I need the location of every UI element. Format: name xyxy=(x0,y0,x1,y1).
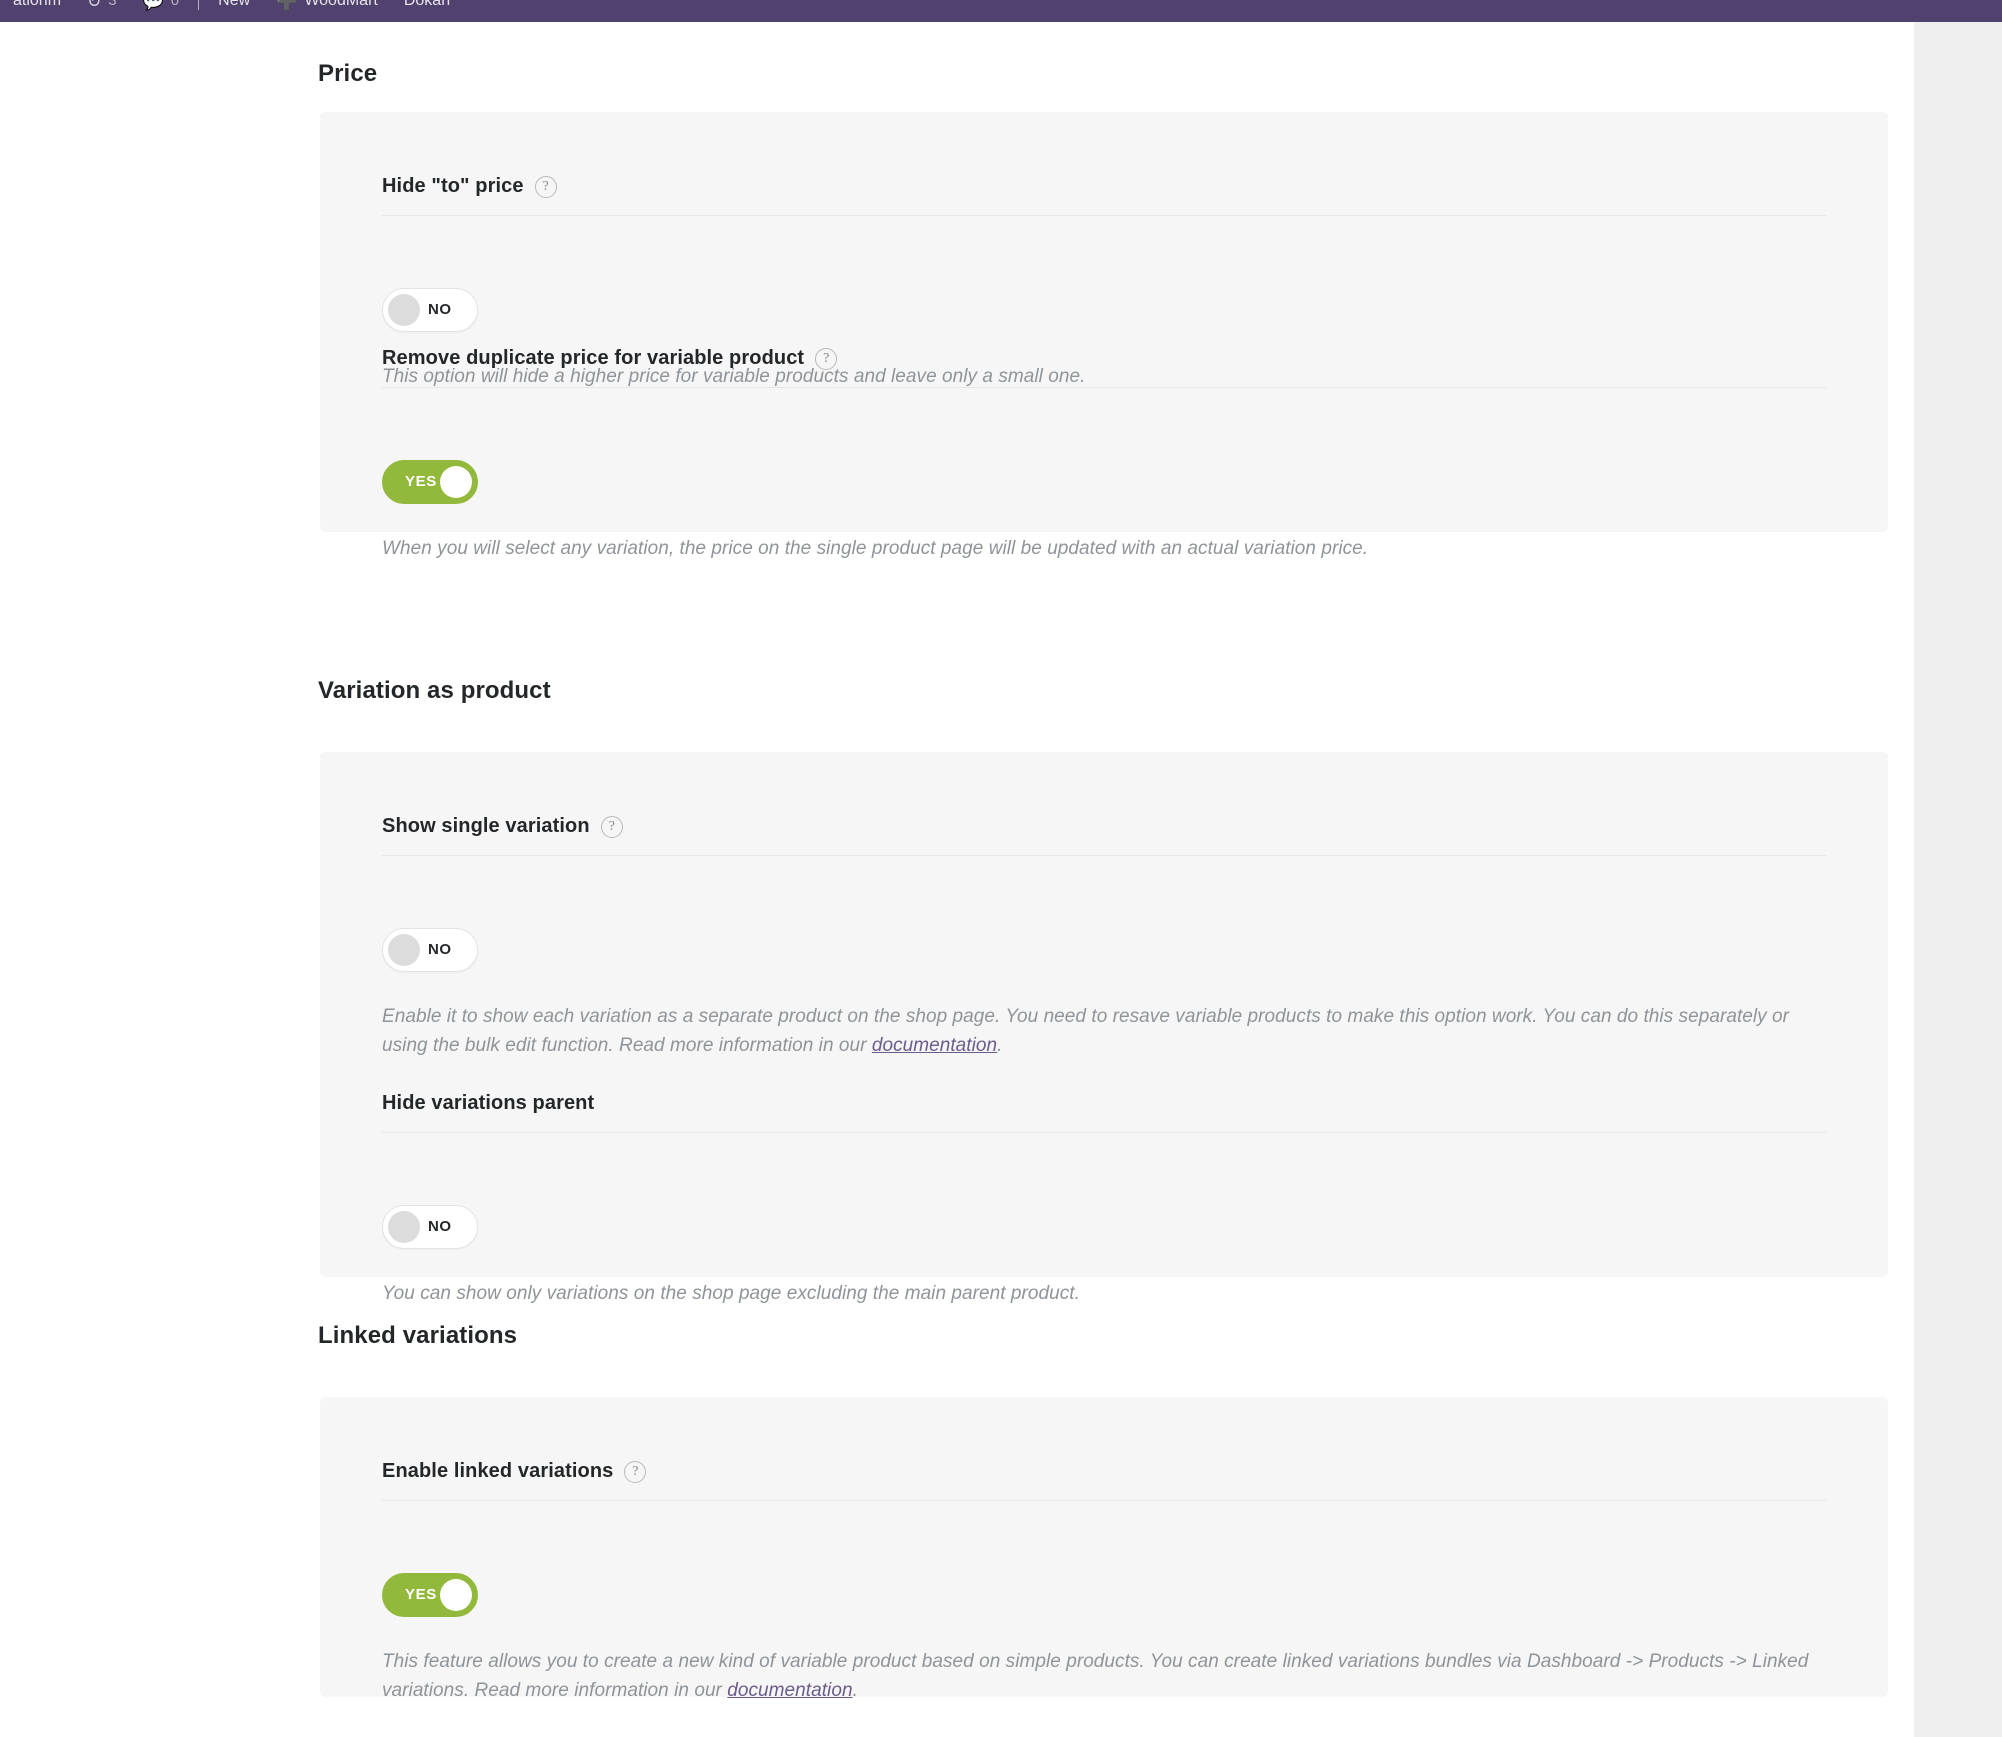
field-label-row-hide-to-price: Hide "to" price ? xyxy=(382,175,1826,216)
adminbar-item-woodmart[interactable]: ➕ WoodMart xyxy=(263,0,391,22)
adminbar-item-comments[interactable]: 💬 0 xyxy=(130,0,193,22)
toggle-remove-duplicate-price[interactable]: YES xyxy=(382,460,478,504)
field-show-single-variation: Show single variation ? xyxy=(382,815,1826,856)
toggle-hide-to-price[interactable]: NO xyxy=(382,288,478,332)
field-description-remove-duplicate-price: When you will select any variation, the … xyxy=(382,534,1826,563)
plus-circle-icon: ➕ xyxy=(276,0,297,10)
section-price: Price xyxy=(318,60,1888,88)
wp-admin-bar[interactable]: ationm ↻ 3 💬 0 New ➕ WoodMart Dokan xyxy=(0,0,2002,22)
field-enable-linked-variations: Enable linked variations ? xyxy=(382,1460,1826,1501)
field-description-enable-linked-variations: This feature allows you to create a new … xyxy=(382,1647,1826,1706)
adminbar-item-dokan[interactable]: Dokan xyxy=(391,0,463,22)
toggle-label: NO xyxy=(428,1206,452,1250)
toggle-knob xyxy=(388,294,420,326)
toggle-label: NO xyxy=(428,929,452,973)
field-label-enable-linked-variations: Enable linked variations xyxy=(382,1460,613,1483)
adminbar-item-site-name[interactable]: ationm xyxy=(0,0,74,22)
section-title-variation-as-product: Variation as product xyxy=(318,677,1888,705)
description-text-post: . xyxy=(997,1035,1002,1056)
section-linked-variations: Linked variations xyxy=(318,1322,1888,1350)
section-variation-as-product: Variation as product xyxy=(318,677,1888,705)
help-icon[interactable]: ? xyxy=(535,176,557,198)
documentation-link[interactable]: documentation xyxy=(727,1680,852,1701)
help-icon[interactable]: ? xyxy=(624,1461,646,1483)
field-label-row-hide-variations-parent: Hide variations parent xyxy=(382,1092,1826,1133)
field-label-hide-variations-parent: Hide variations parent xyxy=(382,1092,594,1115)
help-icon[interactable]: ? xyxy=(815,348,837,370)
field-label-show-single-variation: Show single variation xyxy=(382,815,590,838)
adminbar-divider xyxy=(198,0,199,10)
toggle-knob xyxy=(388,1211,420,1243)
section-title-linked-variations: Linked variations xyxy=(318,1322,1888,1350)
comments-count: 0 xyxy=(171,0,179,22)
toggle-knob xyxy=(440,466,472,498)
updates-count: 3 xyxy=(108,0,116,22)
field-hide-variations-parent: Hide variations parent xyxy=(382,1092,1826,1133)
adminbar-item-new[interactable]: New xyxy=(205,0,263,22)
field-label-row-enable-linked-variations: Enable linked variations ? xyxy=(382,1460,1826,1501)
section-title-price: Price xyxy=(318,60,1888,88)
field-remove-duplicate-price: Remove duplicate price for variable prod… xyxy=(382,347,1826,388)
adminbar-dokan-label: Dokan xyxy=(404,0,450,22)
field-label-row-remove-duplicate-price: Remove duplicate price for variable prod… xyxy=(382,347,1826,388)
adminbar-item-updates[interactable]: ↻ 3 xyxy=(74,0,130,22)
site-name-label: ationm xyxy=(13,0,61,22)
toggle-hide-variations-parent[interactable]: NO xyxy=(382,1205,478,1249)
toggle-label: YES xyxy=(405,1574,437,1618)
field-label-row-show-single-variation: Show single variation ? xyxy=(382,815,1826,856)
description-text-pre: Enable it to show each variation as a se… xyxy=(382,1006,1789,1056)
toggle-knob xyxy=(388,934,420,966)
settings-content-panel: Price Hide "to" price ? NO This option w… xyxy=(0,22,1914,1737)
description-text-pre: This feature allows you to create a new … xyxy=(382,1651,1808,1701)
toggle-show-single-variation[interactable]: NO xyxy=(382,928,478,972)
field-hide-to-price: Hide "to" price ? xyxy=(382,175,1826,216)
field-label-hide-to-price: Hide "to" price xyxy=(382,175,524,198)
comments-icon: 💬 xyxy=(143,0,164,10)
adminbar-new-label: New xyxy=(218,0,250,22)
toggle-label: YES xyxy=(405,461,437,505)
adminbar-woodmart-label: WoodMart xyxy=(304,0,378,22)
toggle-label: NO xyxy=(428,289,452,333)
toggle-knob xyxy=(440,1579,472,1611)
updates-icon: ↻ xyxy=(87,0,101,10)
documentation-link[interactable]: documentation xyxy=(872,1035,997,1056)
field-description-show-single-variation: Enable it to show each variation as a se… xyxy=(382,1002,1826,1061)
help-icon[interactable]: ? xyxy=(601,816,623,838)
field-label-remove-duplicate-price: Remove duplicate price for variable prod… xyxy=(382,347,804,370)
description-text-post: . xyxy=(853,1680,858,1701)
card-linked-variations: Enable linked variations ? YES This feat… xyxy=(320,1397,1888,1697)
field-description-hide-variations-parent: You can show only variations on the shop… xyxy=(382,1279,1826,1308)
card-variation-as-product: Show single variation ? NO Enable it to … xyxy=(320,752,1888,1277)
toggle-enable-linked-variations[interactable]: YES xyxy=(382,1573,478,1617)
card-price: Hide "to" price ? NO This option will hi… xyxy=(320,112,1888,532)
